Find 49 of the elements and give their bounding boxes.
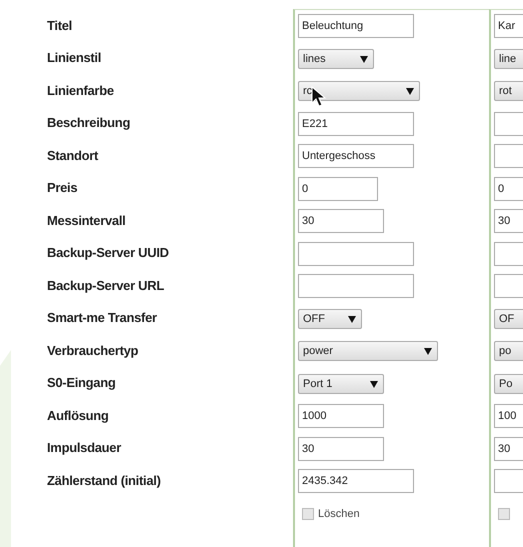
dropdown[interactable]: rot bbox=[494, 81, 523, 102]
dropdown[interactable]: OFF bbox=[298, 308, 362, 329]
dropdown[interactable]: Po bbox=[494, 374, 523, 394]
text-field[interactable]: 0 bbox=[494, 176, 523, 201]
field-label: Preis bbox=[47, 180, 78, 196]
field-label: Linienfarbe bbox=[47, 82, 114, 98]
field-label: Backup-Server UUID bbox=[47, 245, 169, 260]
field-label: Backup-Server URL bbox=[47, 278, 164, 293]
text-field[interactable]: 30 bbox=[298, 209, 384, 234]
text-field[interactable]: E221 bbox=[298, 112, 414, 136]
field-label: Zählerstand (initial) bbox=[47, 472, 161, 488]
field-label: Smart-me Transfer bbox=[47, 310, 157, 326]
dropdown[interactable]: OF bbox=[494, 308, 523, 329]
caret-icon bbox=[406, 87, 414, 96]
text-field[interactable]: 2435.342 bbox=[298, 469, 414, 494]
field-label: Standort bbox=[47, 148, 98, 163]
cursor-icon bbox=[311, 86, 327, 108]
text-field[interactable]: 1000 bbox=[298, 404, 384, 428]
text-field[interactable] bbox=[298, 242, 414, 266]
checkbox[interactable] bbox=[302, 508, 314, 520]
text-field[interactable]: 100 bbox=[494, 404, 523, 428]
text-field[interactable]: 30 bbox=[298, 436, 384, 461]
field-label: Beschreibung bbox=[47, 115, 130, 130]
text-field[interactable] bbox=[298, 274, 414, 298]
text-field[interactable]: Beleuchtung bbox=[298, 14, 414, 38]
dropdown[interactable]: rc bbox=[298, 81, 420, 102]
caret-icon bbox=[348, 314, 356, 323]
checkbox-label: Löschen bbox=[318, 508, 360, 520]
dropdown[interactable]: lines bbox=[298, 48, 374, 69]
field-label: Verbrauchertyp bbox=[47, 342, 138, 358]
dropdown[interactable]: po bbox=[494, 341, 523, 362]
text-field[interactable]: Untergeschoss bbox=[298, 144, 414, 168]
dropdown[interactable]: Port 1 bbox=[298, 374, 384, 394]
text-field[interactable]: 30 bbox=[494, 436, 523, 461]
field-label: Auflösung bbox=[47, 408, 109, 423]
caret-icon bbox=[360, 54, 368, 63]
text-field[interactable]: 30 bbox=[494, 209, 523, 234]
checkbox[interactable] bbox=[498, 508, 510, 520]
caret-icon bbox=[424, 347, 432, 356]
field-label: Messintervall bbox=[47, 212, 126, 228]
field-label: Impulsdauer bbox=[47, 440, 121, 456]
field-label: Titel bbox=[47, 18, 72, 33]
dropdown[interactable]: line bbox=[494, 48, 523, 69]
dropdown[interactable]: power bbox=[298, 341, 438, 362]
field-label: Linienstil bbox=[47, 50, 102, 66]
text-field[interactable]: 0 bbox=[298, 176, 378, 201]
field-label: S0-Eingang bbox=[47, 375, 116, 390]
text-field[interactable]: Kar bbox=[494, 14, 523, 38]
caret-icon bbox=[370, 380, 378, 388]
